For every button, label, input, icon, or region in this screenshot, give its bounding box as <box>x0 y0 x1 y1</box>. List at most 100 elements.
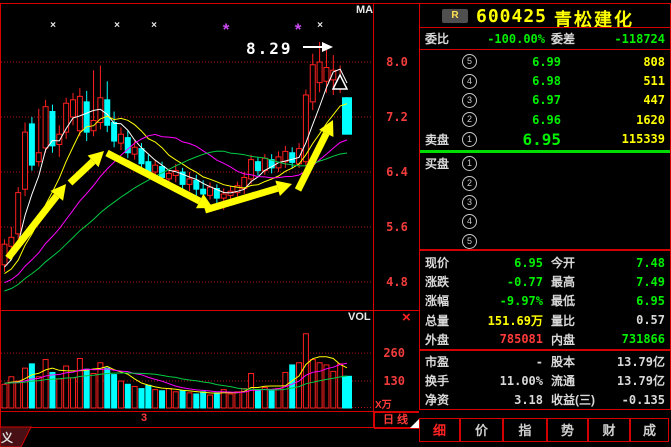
low-price: 6.95 <box>609 294 665 308</box>
ask-volume: 447 <box>561 93 665 107</box>
inner-volume: 731866 <box>609 332 665 346</box>
candle-body <box>166 173 171 179</box>
vol-indicator-label: VOL <box>348 311 371 323</box>
ask-volume: 1620 <box>561 113 665 127</box>
ex-rights-x-marker: × <box>151 20 157 31</box>
candle-body <box>29 124 34 165</box>
volume-bar <box>16 381 21 408</box>
candle-body <box>132 147 137 154</box>
ask-row-1[interactable]: 卖盘 1 6.95 115339 <box>420 130 670 149</box>
tab-trend[interactable]: 势 <box>547 418 588 442</box>
tab-detail[interactable]: 细 <box>419 418 460 442</box>
candle-body <box>343 98 352 134</box>
tab-finance[interactable]: 财 <box>588 418 630 442</box>
volume-bar <box>338 364 343 408</box>
volume-ratio: 0.57 <box>609 313 665 327</box>
ask-price: 6.98 <box>477 74 561 88</box>
corner-tab-label: 义 <box>0 430 14 445</box>
bid-level-badge: 5 <box>462 234 477 249</box>
candle-body <box>16 193 21 234</box>
period-selector[interactable]: 日线 <box>374 412 420 429</box>
volume-bar <box>153 390 158 408</box>
last-price: 6.95 <box>471 256 543 270</box>
candle-body <box>262 158 267 170</box>
ask-row-2[interactable]: 2 6.96 1620 <box>420 110 670 129</box>
volume-bar <box>166 389 171 408</box>
quote-row: 现价6.95 今开7.48 <box>420 253 670 272</box>
volume-bar <box>343 376 352 408</box>
weibi-row: 委比 -100.00% 委差 -118724 <box>419 27 671 50</box>
pe-ratio: - <box>471 355 543 369</box>
volume-bar <box>214 393 219 408</box>
ask-level-badge: 4 <box>462 74 477 89</box>
volume-bar <box>235 392 240 408</box>
float-shares: 13.79亿 <box>609 372 665 389</box>
volume-bar <box>36 377 41 408</box>
tab-index[interactable]: 指 <box>503 418 547 442</box>
candle-body <box>255 162 260 171</box>
kline-chart-canvas[interactable]: 8.07.26.45.64.82601308.29××××**义 <box>0 0 420 447</box>
candle-body <box>201 189 206 194</box>
ask-row-3[interactable]: 3 6.97 447 <box>420 91 670 110</box>
turnover-rate: 11.00% <box>471 374 543 388</box>
volume-bar <box>29 364 34 408</box>
bid-row-1[interactable]: 买盘 1 <box>420 154 670 173</box>
candle-body <box>317 62 322 83</box>
candle-body <box>221 194 226 198</box>
candle-body <box>153 165 158 172</box>
bid-level-badge: 2 <box>462 176 477 191</box>
bid-row-3[interactable]: 3 <box>420 193 670 212</box>
candle-body <box>9 237 14 246</box>
resize-corner-icon[interactable] <box>410 419 419 428</box>
trend-arrow <box>107 153 200 201</box>
volume-bar <box>290 365 295 408</box>
weicha-value: -118724 <box>595 32 665 46</box>
candle-body <box>77 96 82 130</box>
bid-row-4[interactable]: 4 <box>420 212 670 231</box>
price-axis-label: 5.6 <box>386 220 408 234</box>
candle-body <box>112 123 117 142</box>
weibi-label: 委比 <box>425 30 465 47</box>
candle-body <box>2 244 7 265</box>
bid-row-5[interactable]: 5 <box>420 232 670 251</box>
ask-row-5[interactable]: 5 6.99 808 <box>420 52 670 71</box>
volume-bar <box>180 391 185 408</box>
trend-arrow <box>298 133 326 190</box>
volume-axis-label: 260 <box>383 346 405 360</box>
candle-body <box>36 153 41 162</box>
kline-chart[interactable]: 8.07.26.45.64.82601308.29××××**义 MA VOL … <box>0 0 420 447</box>
quote-row: 净资3.18 收益(三)-0.135 <box>420 390 670 409</box>
ask-row-4[interactable]: 4 6.98 511 <box>420 71 670 90</box>
volume-bar <box>228 394 233 408</box>
volume-bar <box>160 391 165 408</box>
candle-body <box>249 160 254 179</box>
eps: -0.135 <box>609 393 665 407</box>
ask-price: 6.96 <box>477 113 561 127</box>
quote-panel: R 600425 青松建化 委比 -100.00% 委差 -118724 5 6… <box>419 3 671 445</box>
volume-bar <box>208 395 213 408</box>
volume-bar <box>118 381 123 408</box>
quote-row: 换手11.00% 流通13.79亿 <box>420 371 670 390</box>
tab-deals[interactable]: 成 <box>630 418 669 442</box>
price-axis-label: 8.0 <box>386 55 408 69</box>
close-icon[interactable]: × <box>402 309 411 326</box>
ex-rights-x-marker: × <box>114 20 120 31</box>
ask-level-badge: 3 <box>462 93 477 108</box>
total-shares: 13.79亿 <box>609 353 665 370</box>
high-price-annotation: 8.29 <box>246 39 293 58</box>
volume-bar <box>23 368 28 408</box>
net-assets: 3.18 <box>471 393 543 407</box>
volume-bar <box>310 360 315 408</box>
candle-body <box>139 149 144 164</box>
candle-body <box>194 180 199 189</box>
bid-row-2[interactable]: 2 <box>420 173 670 192</box>
volume-unit-label: X万 <box>375 396 392 411</box>
volume-bar <box>303 334 308 408</box>
weicha-label: 委差 <box>551 30 595 47</box>
volume-bar <box>84 369 89 408</box>
ask-level-badge: 2 <box>462 112 477 127</box>
volume-bar <box>262 388 267 409</box>
stock-code: 600425 <box>476 6 547 27</box>
tab-price[interactable]: 价 <box>460 418 503 442</box>
quote-row: 市盈- 股本13.79亿 <box>420 352 670 371</box>
